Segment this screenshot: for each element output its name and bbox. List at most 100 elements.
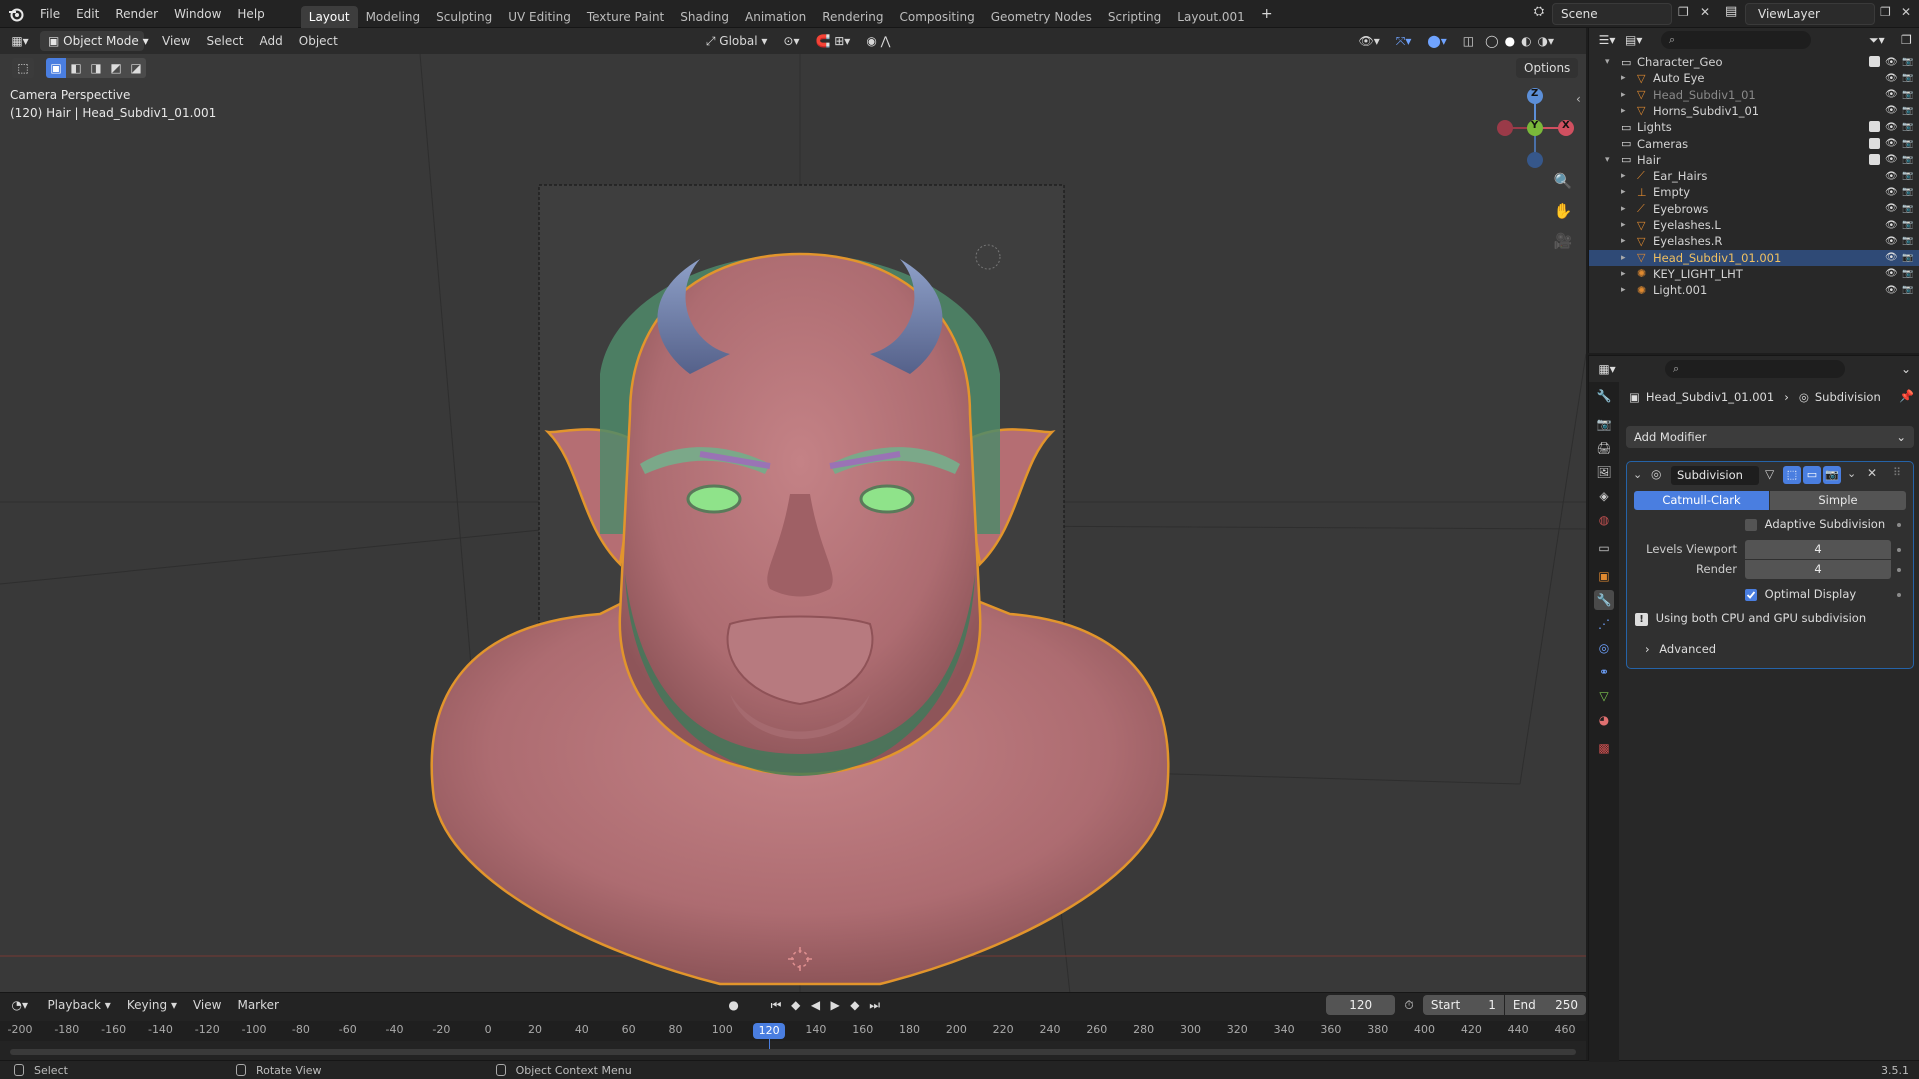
select-intersect-icon[interactable]: ◪ <box>126 58 146 78</box>
expand-arrow-icon[interactable]: ▸ <box>1621 285 1626 295</box>
remove-modifier-icon[interactable]: ✕ <box>1867 466 1877 480</box>
optimal-display-row[interactable]: Optimal Display <box>1745 587 1856 601</box>
timeline-editor-icon[interactable]: ◔▾ <box>0 998 39 1012</box>
pin-icon[interactable]: 📌 <box>1899 389 1914 403</box>
jump-start-icon[interactable]: ⏮ <box>766 998 786 1013</box>
workspace-tab-layout-001[interactable]: Layout.001 <box>1169 6 1253 28</box>
edit-cage-icon[interactable]: ▽ <box>1765 467 1774 481</box>
visibility-eye-icon[interactable]: 👁 <box>1885 252 1898 263</box>
expand-arrow-icon[interactable]: ▸ <box>1621 90 1626 100</box>
visibility-eye-icon[interactable]: 👁 <box>1885 89 1898 100</box>
keying-menu[interactable]: Keying ▾ <box>119 995 185 1015</box>
overlay-icon[interactable]: ⬤▾ <box>1419 31 1454 51</box>
catmull-clark-button[interactable]: Catmull-Clark <box>1634 491 1769 510</box>
render-tab-icon[interactable]: 📷 <box>1594 414 1614 434</box>
workspace-tab-texture-paint[interactable]: Texture Paint <box>579 6 672 28</box>
expand-arrow-icon[interactable]: ▸ <box>1621 220 1626 230</box>
outliner-row[interactable]: ▾ ▭ Character_Geo 👁 📷 <box>1589 54 1919 70</box>
optimal-display-checkbox[interactable] <box>1745 588 1757 601</box>
modifier-dropdown-icon[interactable]: ⌄ <box>1847 467 1856 480</box>
expand-arrow-icon[interactable]: ▸ <box>1621 236 1626 246</box>
render-levels-field[interactable]: 4 <box>1745 560 1891 579</box>
menu-render[interactable]: Render <box>107 0 166 28</box>
menu-select[interactable]: Select <box>198 31 251 51</box>
render-camera-icon[interactable]: 📷 <box>1902 171 1913 181</box>
playhead-label[interactable]: 120 <box>753 1023 786 1039</box>
properties-editor-icon[interactable]: ▦▾ <box>1589 362 1625 376</box>
render-icon[interactable]: 📷 <box>1823 466 1841 484</box>
new-view-layer-icon[interactable]: ❐ <box>1880 5 1891 19</box>
object-tab-icon[interactable]: ▣ <box>1594 566 1614 586</box>
workspace-tab-geometry-nodes[interactable]: Geometry Nodes <box>983 6 1100 28</box>
rendered-shading-icon[interactable]: ◑▾ <box>1535 31 1558 51</box>
tool-select-icon[interactable]: ⬚ <box>12 58 34 78</box>
display-mode-icon[interactable]: ▤▾ <box>1625 33 1655 47</box>
viewport-collapse-arrow-icon[interactable]: ‹ <box>1576 92 1581 106</box>
visibility-eye-icon[interactable]: 👁 <box>1885 138 1898 149</box>
render-camera-icon[interactable]: 📷 <box>1902 269 1913 279</box>
properties-options-icon[interactable]: ⌄ <box>1901 362 1911 376</box>
blender-logo-icon[interactable] <box>0 0 32 28</box>
select-new-icon[interactable]: ▣ <box>46 58 66 78</box>
keyframe-dot-levels[interactable] <box>1897 548 1901 552</box>
gizmo-z-label[interactable]: Z <box>1531 88 1538 99</box>
outliner-row[interactable]: ▸ ⊥ Empty 👁 📷 <box>1589 184 1919 200</box>
edit-mode-icon[interactable]: ⬚ <box>1783 466 1801 484</box>
keyframe-dot-adaptive[interactable] <box>1897 523 1901 527</box>
scene-icon[interactable]: ⛭ <box>1528 4 1550 24</box>
render-camera-icon[interactable]: 📷 <box>1902 253 1913 263</box>
gizmo-x-label[interactable]: X <box>1562 120 1570 131</box>
playback-menu[interactable]: Playback ▾ <box>39 995 118 1015</box>
modifier-tab-icon[interactable]: 🔧 <box>1594 590 1614 610</box>
render-camera-icon[interactable]: 📷 <box>1902 155 1913 165</box>
output-tab-icon[interactable]: 🖨 <box>1594 438 1614 458</box>
new-scene-icon[interactable]: ❐ <box>1678 5 1689 19</box>
transform-orientation[interactable]: ⤢ Global ▾ <box>698 31 776 51</box>
menu-window[interactable]: Window <box>166 0 229 28</box>
view-layer-selector[interactable]: ViewLayer <box>1745 3 1875 25</box>
physics-tab-icon[interactable]: ◎ <box>1594 638 1614 658</box>
workspace-tab-compositing[interactable]: Compositing <box>891 6 982 28</box>
collection-checkbox[interactable] <box>1869 121 1880 133</box>
render-camera-icon[interactable]: 📷 <box>1902 285 1913 295</box>
expand-arrow-icon[interactable]: ▸ <box>1621 253 1626 263</box>
visibility-eye-icon[interactable]: 👁 <box>1885 203 1898 214</box>
workspace-tab-scripting[interactable]: Scripting <box>1100 6 1169 28</box>
add-workspace-button[interactable]: + <box>1253 0 1281 28</box>
expand-arrow-icon[interactable]: ▸ <box>1621 204 1626 214</box>
menu-add[interactable]: Add <box>252 31 291 51</box>
adaptive-subdivision-row[interactable]: Adaptive Subdivision <box>1745 517 1885 531</box>
outliner-row[interactable]: ▭ Cameras 👁 📷 <box>1589 136 1919 152</box>
collection-checkbox[interactable] <box>1869 56 1880 67</box>
collection-checkbox[interactable] <box>1869 153 1880 165</box>
outliner-row[interactable]: ▸ ⟋ Ear_Hairs 👁 📷 <box>1589 168 1919 184</box>
keyframe-dot-optimal[interactable] <box>1897 593 1901 597</box>
visibility-eye-icon[interactable]: 👁 <box>1885 105 1898 116</box>
play-reverse-icon[interactable]: ◀ <box>806 998 826 1012</box>
prev-key-icon[interactable]: ◆ <box>786 998 806 1012</box>
visibility-eye-icon[interactable]: 👁 <box>1885 187 1898 198</box>
render-camera-icon[interactable]: 📷 <box>1902 187 1913 197</box>
scene-tab-icon[interactable]: ◈ <box>1594 486 1614 506</box>
next-key-icon[interactable]: ◆ <box>845 998 865 1012</box>
collection-tab-icon[interactable]: ▭ <box>1594 538 1614 558</box>
gizmo-y-label[interactable]: Y <box>1531 120 1538 131</box>
visibility-eye-icon[interactable]: 👁 <box>1885 236 1898 247</box>
select-invert-icon[interactable]: ◩ <box>106 58 126 78</box>
world-tab-icon[interactable]: ◍ <box>1594 510 1614 530</box>
visibility-eye-icon[interactable]: 👁 <box>1885 154 1898 165</box>
record-icon[interactable]: ● <box>721 998 747 1012</box>
levels-viewport-field[interactable]: 4 <box>1745 540 1891 559</box>
current-frame-field[interactable]: 120 <box>1326 995 1396 1015</box>
render-camera-icon[interactable]: 📷 <box>1902 236 1913 246</box>
visibility-eye-icon[interactable]: 👁 <box>1885 285 1898 296</box>
menu-file[interactable]: File <box>32 0 68 28</box>
solid-shading-icon[interactable]: ● <box>1502 31 1518 51</box>
properties-search-input[interactable]: ⌕ <box>1665 360 1845 378</box>
remove-scene-icon[interactable]: ✕ <box>1700 5 1710 19</box>
timeline-ruler[interactable]: -200 -180 -160 -140 -120 -100 -80 -60 -40 -20 0 20 4… <box>0 1021 1586 1055</box>
visibility-eye-icon[interactable]: 👁 <box>1885 268 1898 279</box>
play-icon[interactable]: ▶ <box>825 998 845 1012</box>
outliner-row[interactable]: ▸ ▽ Eyelashes.L 👁 📷 <box>1589 217 1919 233</box>
camera-view-icon[interactable]: 🎥 <box>1550 228 1576 254</box>
